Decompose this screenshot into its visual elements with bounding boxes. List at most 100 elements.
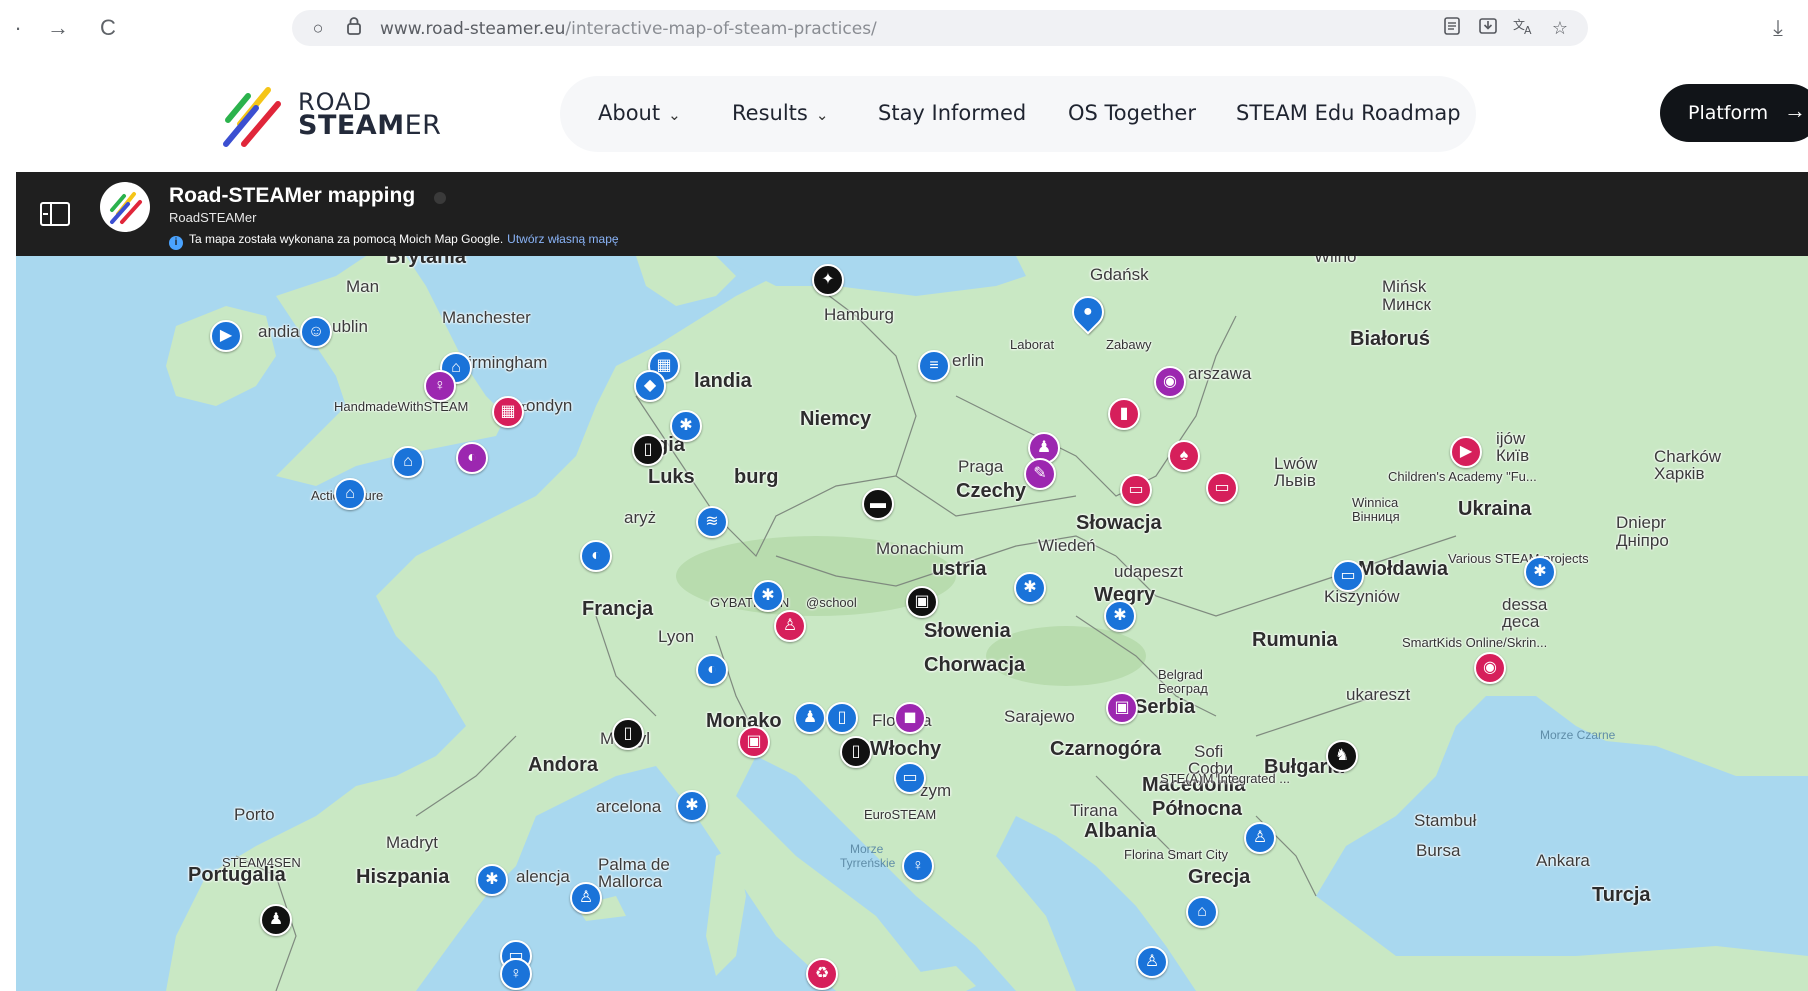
map-marker[interactable]: ♙: [774, 610, 806, 642]
map-marker[interactable]: ▯: [632, 434, 664, 466]
label-handmade: HandmadeWithSTEAM: [334, 399, 469, 414]
map-marker[interactable]: ✦: [812, 264, 844, 296]
label-winnica-cyr: Вінниця: [1352, 509, 1400, 524]
url-text[interactable]: www.road-steamer.eu/interactive-map-of-s…: [380, 19, 877, 39]
nav-steam-edu-roadmap[interactable]: STEAM Edu Roadmap: [1236, 101, 1461, 125]
map-marker[interactable]: ▦: [492, 396, 524, 428]
map-marker[interactable]: ▣: [906, 586, 938, 618]
label-arcelona: arcelona: [596, 797, 662, 816]
install-app-icon[interactable]: [1476, 16, 1500, 40]
map-marker[interactable]: ♟: [260, 904, 292, 936]
map-marker[interactable]: ♀: [902, 850, 934, 882]
reader-view-icon[interactable]: [1440, 16, 1464, 40]
nav-stay-informed[interactable]: Stay Informed: [878, 101, 1026, 125]
downloads-icon[interactable]: ⤓: [1764, 14, 1792, 42]
lock-icon[interactable]: [342, 16, 366, 40]
label-portugalia: Portugalia: [188, 864, 286, 886]
map-marker[interactable]: ⌂: [1186, 896, 1218, 928]
map-marker[interactable]: ⌂: [392, 446, 424, 478]
nav-os-together[interactable]: OS Together: [1068, 101, 1196, 125]
map-marker[interactable]: ♙: [1244, 822, 1276, 854]
map-marker[interactable]: ✱: [676, 790, 708, 822]
bookmark-star-icon[interactable]: ☆: [1548, 16, 1572, 40]
label-ublin: ublin: [332, 317, 368, 336]
map-marker[interactable]: ◆: [634, 370, 666, 402]
map-marker[interactable]: ◼: [894, 702, 926, 734]
map-marker[interactable]: ◉: [1154, 366, 1186, 398]
map-marker[interactable]: ☺: [300, 316, 332, 348]
shield-icon[interactable]: ○: [306, 16, 330, 40]
share-icon[interactable]: [434, 192, 446, 204]
create-map-link[interactable]: Utwórz własną mapę: [507, 232, 618, 246]
map-marker[interactable]: ▯: [826, 702, 858, 734]
forward-arrow-icon[interactable]: →: [44, 14, 72, 42]
browser-toolbar: · → C ○ www.road-steamer.eu/interactive-…: [0, 0, 1808, 56]
label-irmingham: irmingham: [468, 353, 548, 372]
translate-icon[interactable]: 文A: [1512, 16, 1536, 40]
map-marker[interactable]: ◉: [1474, 652, 1506, 684]
map-marker[interactable]: ▬: [862, 488, 894, 520]
back-arrow-icon[interactable]: ·: [4, 14, 32, 42]
nav-results[interactable]: Results ⌄: [732, 101, 828, 125]
map-marker[interactable]: ✱: [1104, 600, 1136, 632]
map-marker[interactable]: ✎: [1024, 458, 1056, 490]
map-marker[interactable]: ✱: [1014, 572, 1046, 604]
nav-about[interactable]: About ⌄: [598, 101, 681, 125]
map-marker[interactable]: ♙: [1136, 946, 1168, 978]
map-marker[interactable]: ◐: [696, 654, 728, 686]
map-title[interactable]: Road-STEAMer mapping: [169, 184, 415, 208]
logo-wordmark[interactable]: ROAD STEAMER: [298, 90, 441, 139]
map-canvas[interactable]: Brytania Man andia ublin Manchester irmi…: [16, 256, 1808, 991]
map-header-bar: Road-STEAMer mapping RoadSTEAMer i Ta map…: [16, 172, 1808, 256]
site-header: ROAD STEAMER About ⌄ Results ⌄ Stay Inform…: [0, 56, 1808, 172]
map-marker[interactable]: ▭: [1120, 474, 1152, 506]
map-marker[interactable]: ▭: [894, 762, 926, 794]
map-marker[interactable]: ⌂: [334, 478, 366, 510]
label-mallorca: Mallorca: [598, 872, 663, 891]
label-albania: Albania: [1084, 820, 1157, 842]
map-marker[interactable]: ♀: [500, 958, 532, 990]
map-marker[interactable]: ◐: [580, 540, 612, 572]
map-marker[interactable]: ✱: [752, 580, 784, 612]
map-marker[interactable]: ♞: [1326, 740, 1358, 772]
map-marker[interactable]: ▣: [1106, 692, 1138, 724]
map-marker[interactable]: ♠: [1168, 440, 1200, 472]
map-marker[interactable]: ▭: [1332, 560, 1364, 592]
map-marker[interactable]: ▯: [612, 718, 644, 750]
label-minsk-cyr: Минск: [1382, 295, 1431, 314]
map-marker[interactable]: ▯: [840, 736, 872, 768]
map-marker[interactable]: ◐: [456, 442, 488, 474]
label-porto: Porto: [234, 805, 275, 824]
map-marker[interactable]: ▭: [1206, 472, 1238, 504]
label-bukareszt: ukareszt: [1346, 685, 1411, 704]
map-marker[interactable]: ▶: [1450, 436, 1482, 468]
map-marker[interactable]: ✱: [670, 410, 702, 442]
label-wieden: Wiedeń: [1038, 536, 1096, 555]
label-ankara: Ankara: [1536, 851, 1590, 870]
map-marker[interactable]: ✱: [476, 864, 508, 896]
map-marker[interactable]: ♟: [794, 702, 826, 734]
map-marker[interactable]: ♀: [424, 370, 456, 402]
label-charkow-cyr: Харків: [1654, 464, 1705, 483]
map-marker[interactable]: ▮: [1108, 398, 1140, 430]
url-path: /interactive-map-of-steam-practices/: [565, 19, 877, 39]
label-school: @school: [806, 595, 857, 610]
label-burg: burg: [734, 466, 779, 488]
map-marker[interactable]: ♙: [570, 882, 602, 914]
map-marker[interactable]: ≡: [918, 350, 950, 382]
label-childrens-academy: Children's Academy "Fu...: [1388, 469, 1537, 484]
reload-icon[interactable]: C: [94, 14, 122, 42]
map-marker[interactable]: ✱: [1524, 556, 1556, 588]
map-marker[interactable]: ▣: [738, 726, 770, 758]
map-marker[interactable]: ♻: [806, 958, 838, 990]
label-smartkids: SmartKids Online/Skrin...: [1402, 635, 1548, 650]
platform-button[interactable]: Platform →: [1660, 84, 1808, 142]
map-marker[interactable]: ≋: [696, 506, 728, 538]
map-marker[interactable]: ▶: [210, 320, 242, 352]
label-kijow-cyr: Київ: [1496, 446, 1530, 465]
nav-results-label: Results: [732, 101, 808, 125]
map-owner: RoadSTEAMer: [169, 210, 257, 225]
address-bar[interactable]: ○ www.road-steamer.eu/interactive-map-of…: [292, 10, 1588, 46]
road-steamer-logo-icon[interactable]: [222, 80, 290, 150]
sidebar-toggle-icon[interactable]: [40, 202, 70, 226]
